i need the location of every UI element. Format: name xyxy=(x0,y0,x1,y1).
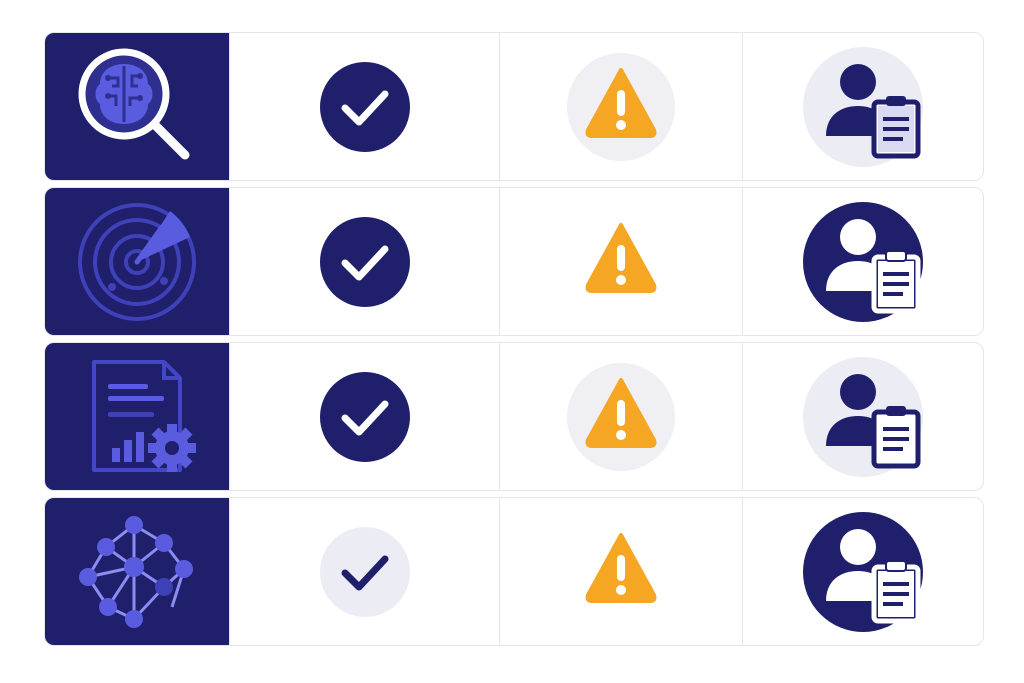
category-cell xyxy=(45,188,229,335)
owner-cell xyxy=(742,343,983,490)
status-cell xyxy=(229,498,499,645)
radar-icon xyxy=(78,202,196,321)
owner-cell xyxy=(742,498,983,645)
category-cell xyxy=(45,33,229,180)
warning-cell xyxy=(499,188,742,335)
warning-triangle-icon xyxy=(567,52,675,161)
check-circle-icon xyxy=(319,371,410,462)
check-circle-icon xyxy=(319,526,410,617)
warning-cell xyxy=(499,33,742,180)
warning-triangle-icon xyxy=(567,362,675,471)
warning-cell xyxy=(499,498,742,645)
person-clipboard-icon xyxy=(803,46,923,167)
matrix-row xyxy=(44,32,984,181)
category-cell xyxy=(45,343,229,490)
person-clipboard-icon xyxy=(803,511,923,632)
brain-magnifier-icon xyxy=(78,48,190,159)
matrix-row xyxy=(44,497,984,646)
status-matrix xyxy=(44,32,984,646)
owner-cell xyxy=(742,188,983,335)
warning-triangle-icon xyxy=(585,532,657,603)
person-clipboard-icon xyxy=(803,356,923,477)
status-cell xyxy=(229,33,499,180)
matrix-row xyxy=(44,187,984,336)
category-cell xyxy=(45,498,229,645)
warning-cell xyxy=(499,343,742,490)
owner-cell xyxy=(742,33,983,180)
status-cell xyxy=(229,188,499,335)
warning-triangle-icon xyxy=(585,222,657,293)
check-circle-icon xyxy=(319,216,410,307)
matrix-row xyxy=(44,342,984,491)
network-graph-icon xyxy=(79,515,193,628)
person-clipboard-icon xyxy=(803,201,923,322)
report-gear-icon xyxy=(92,359,196,472)
status-cell xyxy=(229,343,499,490)
check-circle-icon xyxy=(319,61,410,152)
